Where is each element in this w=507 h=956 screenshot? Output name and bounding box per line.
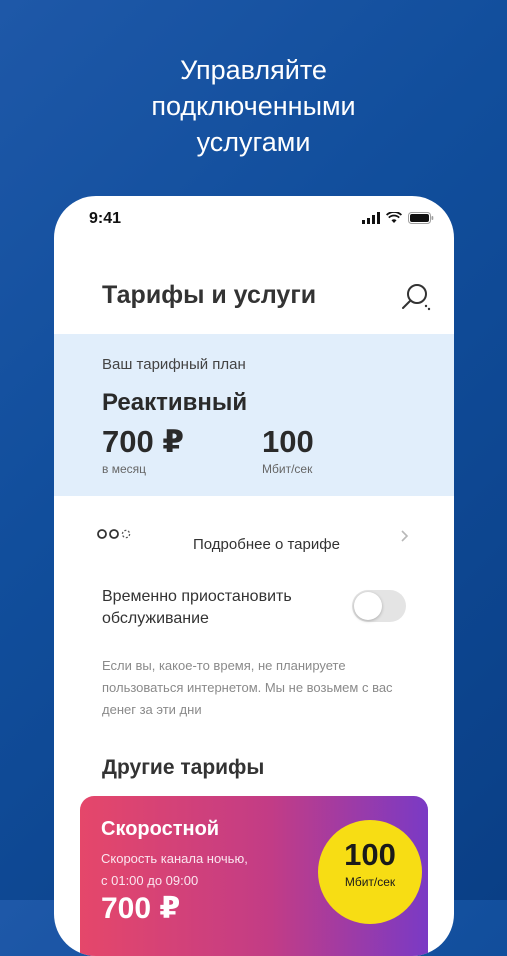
search-button[interactable]: [400, 282, 432, 314]
chevron-right-icon: [401, 530, 409, 542]
suspend-service-row: Временно приостановить обслуживание: [102, 586, 412, 630]
tariff-card-name: Скоростной: [101, 818, 220, 840]
toggle-knob: [354, 592, 382, 620]
plan-name: Реактивный: [102, 389, 248, 416]
tariff-card-price: 700 ₽: [101, 892, 181, 925]
tariff-card-desc-line-1: Скорость канала ночью,: [101, 851, 248, 866]
phone-screen: 9:41 Тарифы и услуги Ваш тарифный план Р…: [54, 196, 454, 956]
battery-icon: [408, 212, 434, 224]
promo-headline: Управляйте подключенными услугами: [0, 52, 507, 160]
plan-price: 700 ₽: [102, 424, 184, 459]
plan-speed-unit: Мбит/сек: [262, 462, 313, 476]
speed-badge-unit: Мбит/сек: [344, 875, 396, 889]
status-icons: [362, 212, 434, 224]
other-tariffs-title: Другие тарифы: [102, 756, 265, 779]
tariff-card-desc-line-2: с 01:00 до 09:00: [101, 873, 199, 888]
page-title: Тарифы и услуги: [102, 281, 317, 309]
suspend-service-note: Если вы, какое-то время, не планируете п…: [102, 658, 393, 717]
tariff-card-skorostnoy[interactable]: Скоростной Скорость канала ночью, с 01:0…: [80, 796, 428, 956]
tariff-details-label: Подробнее о тарифе: [193, 536, 340, 553]
tariff-details-link[interactable]: Подробнее о тарифе: [54, 511, 454, 561]
speed-badge-value: 100: [344, 837, 396, 872]
headline-line-3: услугами: [196, 127, 311, 157]
headline-line-2: подключенными: [151, 91, 356, 121]
plan-label: Ваш тарифный план: [102, 356, 246, 373]
suspend-service-label: Временно приостановить обслуживание: [102, 588, 292, 627]
status-time: 9:41: [89, 210, 122, 227]
suspend-service-toggle[interactable]: [352, 590, 406, 622]
wifi-icon: [386, 212, 402, 223]
plan-speed: 100: [262, 424, 314, 459]
speed-badge: 100 Мбит/сек: [318, 820, 422, 924]
signal-icon: [362, 212, 380, 224]
current-plan-card[interactable]: Ваш тарифный план Реактивный 700 ₽ в мес…: [54, 334, 454, 496]
tariff-card-description: Скорость канала ночью, с 01:00 до 09:00: [101, 848, 281, 892]
headline-line-1: Управляйте: [180, 55, 327, 85]
search-icon: [402, 284, 431, 311]
plan-price-unit: в месяц: [102, 462, 147, 476]
status-bar: 9:41: [54, 196, 454, 246]
dots-loading-icon: [97, 529, 131, 539]
